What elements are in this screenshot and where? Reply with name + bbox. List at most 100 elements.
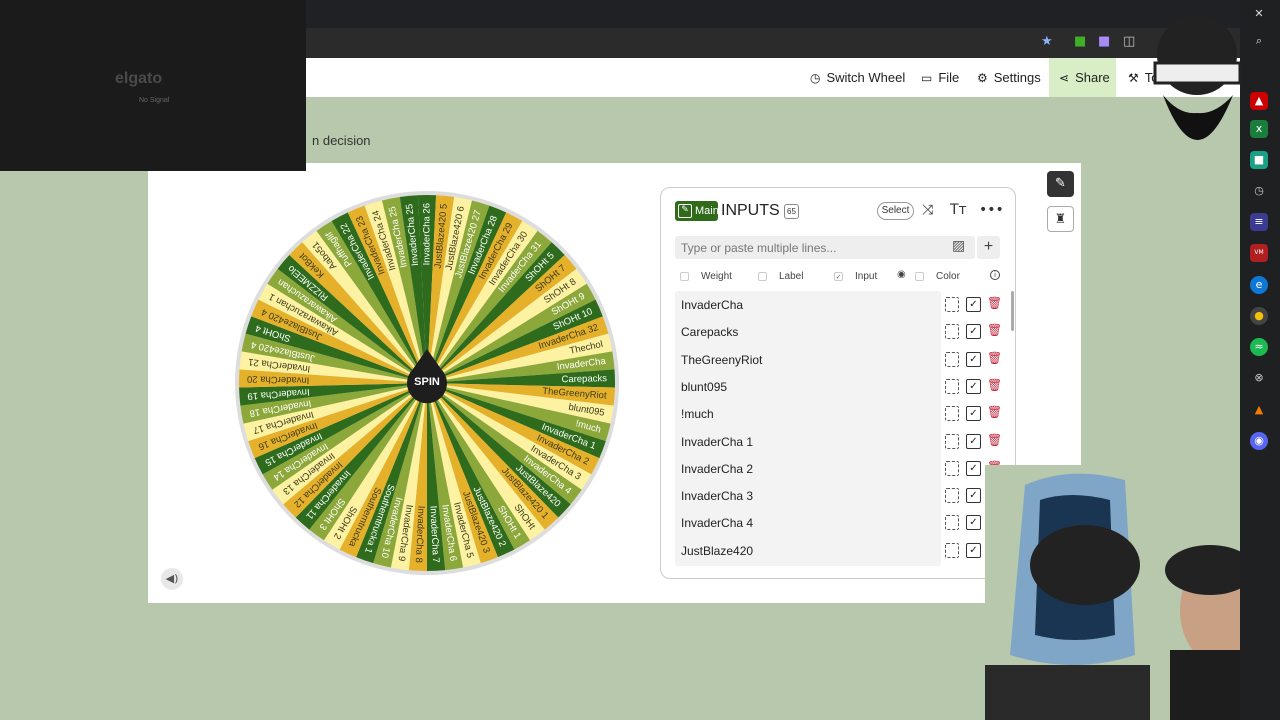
trash-icon[interactable]: 🗑: [987, 433, 1002, 447]
entry-enabled-checkbox[interactable]: ✓: [966, 351, 981, 367]
share-button[interactable]: ⋖ Share: [1049, 58, 1116, 97]
trophy-icon[interactable]: ♜: [1047, 206, 1074, 232]
webcam-overlay: [985, 465, 1150, 720]
entry-row[interactable]: InvaderCha 3✓🗑: [675, 482, 1005, 509]
entry-row[interactable]: TheGreenyRiot ✓ 🗑: [675, 346, 1005, 373]
chrome-icon[interactable]: ●: [1250, 307, 1268, 325]
duplicate-icon[interactable]: [945, 488, 959, 504]
color-checkbox[interactable]: [915, 271, 924, 281]
file-button[interactable]: ▭ File: [911, 58, 969, 97]
puzzle-icon[interactable]: ◫: [1123, 34, 1135, 49]
duplicate-icon[interactable]: [945, 324, 959, 340]
entry-text[interactable]: InvaderCha 3: [681, 489, 753, 503]
entry-text[interactable]: InvaderCha: [681, 298, 743, 312]
clock-icon: ◷: [810, 70, 821, 85]
app-icon[interactable]: ▲: [1250, 92, 1268, 110]
edge-icon[interactable]: e: [1250, 276, 1268, 294]
page-background: [306, 97, 1240, 163]
entry-enabled-checkbox[interactable]: ✓: [966, 297, 981, 312]
wheel-segment-label: Carepacks: [561, 373, 607, 385]
switch-wheel-button[interactable]: ◷ Switch Wheel: [800, 58, 915, 97]
duplicate-icon[interactable]: [945, 351, 959, 367]
entry-text[interactable]: Carepacks: [681, 325, 738, 339]
twitch-extension-icon[interactable]: ■: [1098, 34, 1110, 49]
duplicate-icon[interactable]: [945, 406, 959, 422]
entry-text[interactable]: InvaderCha 1: [681, 435, 753, 449]
spotify-icon[interactable]: ≈: [1250, 338, 1268, 356]
wheel-segment-label: InvaderCha 26: [422, 203, 433, 265]
inputs-title: INPUTS: [721, 202, 780, 219]
search-icon[interactable]: ⌕: [1250, 32, 1268, 50]
extension-icon[interactable]: ■: [1074, 34, 1086, 49]
entry-text[interactable]: InvaderCha 2: [681, 462, 753, 476]
discord-icon[interactable]: ◉: [1250, 432, 1268, 450]
eye-icon[interactable]: ◉: [897, 269, 906, 280]
entry-enabled-checkbox[interactable]: ✓: [966, 433, 981, 449]
vlc-icon[interactable]: ▲: [1250, 401, 1268, 419]
image-icon[interactable]: ▨: [952, 238, 965, 254]
entry-row[interactable]: InvaderCha 4✓🗑: [675, 509, 1005, 536]
entry-text[interactable]: TheGreenyRiot: [681, 353, 762, 367]
app-icon[interactable]: ■: [1250, 151, 1268, 169]
entry-text[interactable]: blunt095: [681, 380, 727, 394]
entry-text[interactable]: InvaderCha 4: [681, 516, 753, 530]
voicemeeter-icon[interactable]: VM: [1250, 244, 1268, 262]
trash-icon[interactable]: 🗑: [987, 405, 1002, 419]
entry-enabled-checkbox[interactable]: ✓: [966, 488, 981, 504]
add-entry-button[interactable]: +: [977, 236, 1000, 259]
entry-row[interactable]: blunt095 ✓ 🗑: [675, 373, 1005, 400]
entry-enabled-checkbox[interactable]: ✓: [966, 460, 981, 476]
weight-checkbox[interactable]: [680, 271, 689, 281]
app-icon[interactable]: ⊗: [1250, 369, 1268, 387]
entries-scrollbar[interactable]: [1011, 291, 1014, 331]
close-icon[interactable]: ✕: [1250, 5, 1268, 23]
duplicate-icon[interactable]: [945, 542, 959, 558]
entry-text[interactable]: JustBlaze420: [681, 544, 753, 558]
info-icon[interactable]: i: [990, 270, 1000, 280]
label-checkbox[interactable]: [758, 271, 767, 281]
clock-icon[interactable]: ◷: [1250, 182, 1268, 200]
select-button[interactable]: Select: [877, 202, 914, 220]
sound-icon[interactable]: ◀): [161, 568, 183, 590]
entry-row[interactable]: InvaderCha 1 ✓ 🗑: [675, 428, 1005, 455]
entry-enabled-checkbox[interactable]: ✓: [966, 378, 981, 394]
trash-icon[interactable]: 🗑: [987, 378, 1002, 392]
text-size-icon[interactable]: Tт: [950, 202, 967, 218]
switch-wheel-label: Switch Wheel: [826, 70, 906, 85]
edit-wheel-icon[interactable]: ✎: [1047, 171, 1074, 197]
label-option[interactable]: Label: [758, 268, 803, 284]
entry-row[interactable]: Carepacks ✓ 🗑: [675, 318, 1005, 345]
input-option[interactable]: ✓ Input: [834, 268, 877, 284]
trash-icon[interactable]: 🗑: [987, 296, 1002, 310]
wrench-icon: ⚒: [1128, 70, 1139, 85]
more-options-icon[interactable]: •••: [979, 202, 1004, 218]
trash-icon[interactable]: 🗑: [987, 323, 1002, 337]
color-option[interactable]: Color: [915, 268, 960, 284]
entry-enabled-checkbox[interactable]: ✓: [966, 542, 981, 558]
input-checkbox[interactable]: ✓: [834, 271, 843, 281]
spin-label[interactable]: SPIN: [401, 376, 453, 388]
weight-option[interactable]: Weight: [680, 268, 732, 284]
duplicate-icon[interactable]: [945, 515, 959, 531]
app-icon[interactable]: ≡: [1250, 213, 1268, 231]
duplicate-icon[interactable]: [945, 297, 959, 312]
settings-label: Settings: [993, 70, 1041, 85]
trash-icon[interactable]: 🗑: [987, 351, 1002, 365]
multi-line-input[interactable]: [675, 236, 975, 259]
shuffle-icon[interactable]: ⤨: [922, 202, 933, 218]
duplicate-icon[interactable]: [945, 460, 959, 476]
entry-row[interactable]: InvaderCha ✓ 🗑: [675, 291, 1005, 318]
entry-text[interactable]: !much: [681, 407, 714, 421]
duplicate-icon[interactable]: [945, 433, 959, 449]
settings-button[interactable]: ⚙ Settings: [967, 58, 1051, 97]
bookmark-star-icon[interactable]: ★: [1041, 34, 1053, 49]
entry-row[interactable]: JustBlaze420✓🗑: [675, 537, 1005, 564]
entry-enabled-checkbox[interactable]: ✓: [966, 515, 981, 531]
entry-enabled-checkbox[interactable]: ✓: [966, 406, 981, 422]
duplicate-icon[interactable]: [945, 378, 959, 394]
excel-icon[interactable]: x: [1250, 120, 1268, 138]
entry-row[interactable]: InvaderCha 2✓🗑: [675, 455, 1005, 482]
entry-enabled-checkbox[interactable]: ✓: [966, 324, 981, 340]
color-label: Color: [936, 270, 960, 282]
entry-row[interactable]: !much ✓ 🗑: [675, 400, 1005, 427]
